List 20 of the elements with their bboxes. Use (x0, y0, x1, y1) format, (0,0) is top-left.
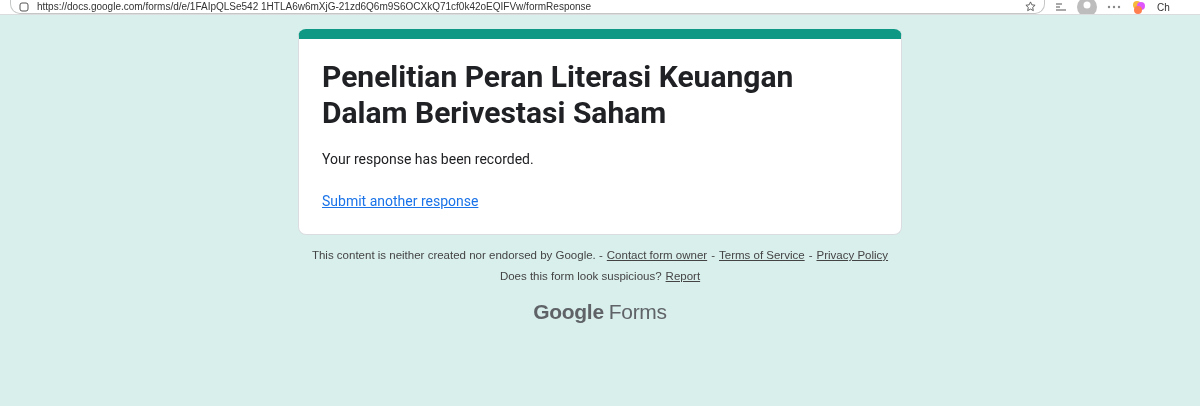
submit-another-link[interactable]: Submit another response (322, 193, 479, 209)
report-link[interactable]: Report (665, 270, 701, 282)
confirmation-message: Your response has been recorded. (322, 151, 535, 167)
site-info-icon[interactable] (19, 1, 29, 12)
separator-text: - (711, 249, 715, 261)
star-icon[interactable] (1025, 1, 1036, 12)
disclaimer-text: This content is neither created nor endorsed by Google. - (311, 249, 603, 261)
footer-link[interactable]: Terms of Service (719, 249, 805, 261)
suspicious-question: Does this form look suspicious? (499, 270, 662, 282)
footer-link[interactable]: Privacy Policy (816, 249, 889, 261)
brand-logo-text: Google (533, 300, 604, 324)
footer-link[interactable]: Contact form owner (606, 249, 708, 261)
brand-product-text: Forms (608, 300, 667, 324)
avatar-icon[interactable] (1077, 0, 1097, 14)
separator-text: - (808, 249, 813, 261)
profile-label[interactable]: Ch (1157, 1, 1170, 13)
flower-icon[interactable] (1131, 0, 1147, 14)
form-title: Penelitian Peran Literasi Keuangan Dalam Berivestasi Saham (322, 59, 795, 131)
more-icon[interactable] (1107, 4, 1121, 10)
reading-list-icon[interactable] (1055, 2, 1067, 12)
